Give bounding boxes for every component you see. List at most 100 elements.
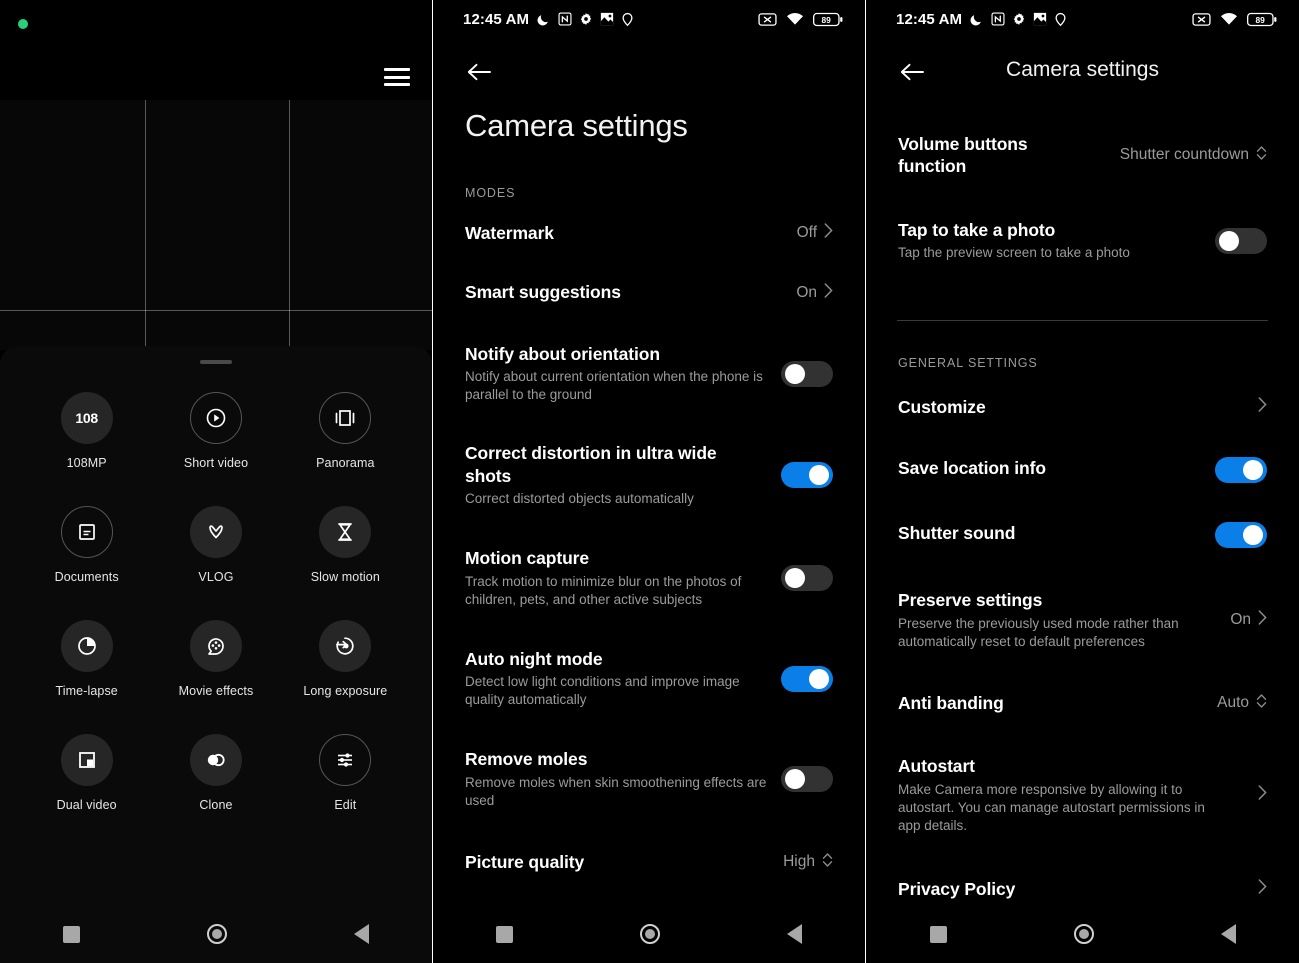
toggle-save-location-info[interactable] xyxy=(1215,457,1267,484)
mode-short-video[interactable]: Short video xyxy=(151,392,280,470)
setting-row-customize[interactable]: Customize xyxy=(898,370,1267,433)
back-button[interactable] xyxy=(1220,924,1236,944)
mode-label: Slow motion xyxy=(310,570,380,584)
toggle-shutter-sound[interactable] xyxy=(1215,522,1267,549)
timelapse-icon xyxy=(60,620,113,672)
stepper-updown-icon[interactable] xyxy=(822,852,833,873)
back-button[interactable] xyxy=(353,924,369,944)
gear-icon xyxy=(579,12,593,26)
setting-row-shutter-sound[interactable]: Shutter sound xyxy=(898,498,1267,563)
mode-label: Dual video xyxy=(56,798,117,812)
page-title: Camera settings xyxy=(465,108,688,143)
setting-title: Autostart xyxy=(898,756,975,777)
megapixel-icon: 108 xyxy=(60,392,113,444)
chevron-right-icon xyxy=(1258,785,1267,805)
mode-sheet: 108 108MP Short video Panorama Documents… xyxy=(0,346,432,963)
setting-title: Tap to take a photo xyxy=(898,219,1056,240)
stepper-updown-icon[interactable] xyxy=(1256,693,1267,714)
panorama-icon xyxy=(319,392,372,444)
setting-row-tap-to-take-photo[interactable]: Tap to take a photo Tap the preview scre… xyxy=(898,193,1267,277)
setting-subtitle: Notify about current orientation when th… xyxy=(465,369,763,403)
chevron-right-icon xyxy=(1258,610,1267,630)
setting-row-volume-buttons[interactable]: Volume buttons function Shutter countdow… xyxy=(898,118,1267,193)
setting-row-preserve-settings[interactable]: Preserve settings Preserve the previousl… xyxy=(898,563,1267,666)
recents-button[interactable] xyxy=(63,925,81,943)
setting-row-picture-quality[interactable]: Picture quality High xyxy=(465,825,833,888)
setting-row-remove-moles[interactable]: Remove moles Remove moles when skin smoo… xyxy=(465,724,833,825)
long-exposure-icon xyxy=(319,620,372,672)
wifi-icon xyxy=(1220,12,1238,26)
mode-vlog[interactable]: VLOG xyxy=(151,506,280,584)
setting-title: Anti banding xyxy=(898,692,1004,713)
status-bar: 12:45 AM 89 xyxy=(866,0,1299,38)
back-button[interactable] xyxy=(786,924,802,944)
home-button[interactable] xyxy=(1073,924,1094,944)
setting-title: Motion capture xyxy=(465,548,590,569)
location-icon xyxy=(1054,12,1067,27)
setting-value: High xyxy=(783,853,815,871)
mode-label: Long exposure xyxy=(303,684,388,698)
mode-movie-effects[interactable]: Movie effects xyxy=(151,620,280,698)
hourglass-icon xyxy=(319,506,372,558)
gallery-icon xyxy=(600,12,614,26)
mode-label: Edit xyxy=(334,798,357,812)
setting-row-motion-capture[interactable]: Motion capture Track motion to minimize … xyxy=(465,523,833,624)
mode-slow-motion[interactable]: Slow motion xyxy=(281,506,410,584)
camera-screen: 108 108MP Short video Panorama Documents… xyxy=(0,0,432,963)
setting-title: Customize xyxy=(898,397,986,417)
chevron-right-icon xyxy=(1258,879,1267,899)
mode-edit[interactable]: Edit xyxy=(281,734,410,812)
setting-title: Save location info xyxy=(898,458,1046,479)
setting-subtitle: Tap the preview screen to take a photo xyxy=(898,245,1130,261)
menu-icon[interactable] xyxy=(384,68,410,86)
nfc-icon xyxy=(558,12,572,26)
toggle-motion-capture[interactable] xyxy=(781,564,833,591)
setting-subtitle: Correct distorted objects automatically xyxy=(465,491,694,507)
modes-grid: 108 108MP Short video Panorama Documents… xyxy=(0,392,432,812)
setting-title: Remove moles xyxy=(465,749,588,770)
toggle-notify-orientation[interactable] xyxy=(781,360,833,387)
setting-value: Auto xyxy=(1217,694,1249,712)
setting-row-notify-orientation[interactable]: Notify about orientation Notify about cu… xyxy=(465,319,833,420)
megapixel-value: 108 xyxy=(75,410,98,426)
setting-title: Preserve settings xyxy=(898,590,1043,611)
setting-row-smart-suggestions[interactable]: Smart suggestions On xyxy=(465,259,833,318)
setting-row-correct-distortion[interactable]: Correct distortion in ultra wide shots C… xyxy=(465,419,833,523)
settings-list-modes: MODES Watermark Off Smart suggestions On… xyxy=(465,186,833,888)
mode-documents[interactable]: Documents xyxy=(22,506,151,584)
setting-title: Volume buttons function xyxy=(898,134,1028,177)
mode-time-lapse[interactable]: Time-lapse xyxy=(22,620,151,698)
setting-subtitle: Make Camera more responsive by allowing … xyxy=(898,781,1205,833)
setting-row-save-location-info[interactable]: Save location info xyxy=(898,433,1267,498)
back-arrow-icon[interactable] xyxy=(464,57,494,87)
home-button[interactable] xyxy=(639,924,660,944)
home-button[interactable] xyxy=(206,924,227,944)
stepper-updown-icon[interactable] xyxy=(1256,145,1267,166)
setting-value: Shutter countdown xyxy=(1119,146,1249,164)
setting-row-auto-night-mode[interactable]: Auto night mode Detect low light conditi… xyxy=(465,624,833,725)
mode-panorama[interactable]: Panorama xyxy=(281,392,410,470)
sliders-icon xyxy=(319,734,372,786)
setting-row-watermark[interactable]: Watermark Off xyxy=(465,200,833,259)
toggle-correct-distortion[interactable] xyxy=(781,462,833,489)
toggle-remove-moles[interactable] xyxy=(781,766,833,793)
recents-button[interactable] xyxy=(929,925,947,943)
toggle-auto-night-mode[interactable] xyxy=(781,665,833,692)
mode-clone[interactable]: Clone xyxy=(151,734,280,812)
mode-long-exposure[interactable]: Long exposure xyxy=(281,620,410,698)
setting-title: Smart suggestions xyxy=(465,282,621,303)
mode-dual-video[interactable]: Dual video xyxy=(22,734,151,812)
setting-row-anti-banding[interactable]: Anti banding Auto xyxy=(898,666,1267,729)
wifi-icon xyxy=(786,12,804,26)
no-sim-icon xyxy=(758,12,777,27)
sheet-drag-handle[interactable] xyxy=(200,360,232,364)
setting-subtitle: Detect low light conditions and improve … xyxy=(465,674,740,708)
camera-preview[interactable] xyxy=(0,100,432,350)
setting-title: Notify about orientation xyxy=(465,343,660,364)
recents-button[interactable] xyxy=(496,925,514,943)
mode-108mp[interactable]: 108 108MP xyxy=(22,392,151,470)
status-bar: 12:45 AM 89 xyxy=(433,0,865,38)
vlog-icon xyxy=(189,506,242,558)
setting-row-autostart[interactable]: Autostart Make Camera more responsive by… xyxy=(898,729,1267,850)
toggle-tap-to-take-photo[interactable] xyxy=(1215,227,1267,254)
